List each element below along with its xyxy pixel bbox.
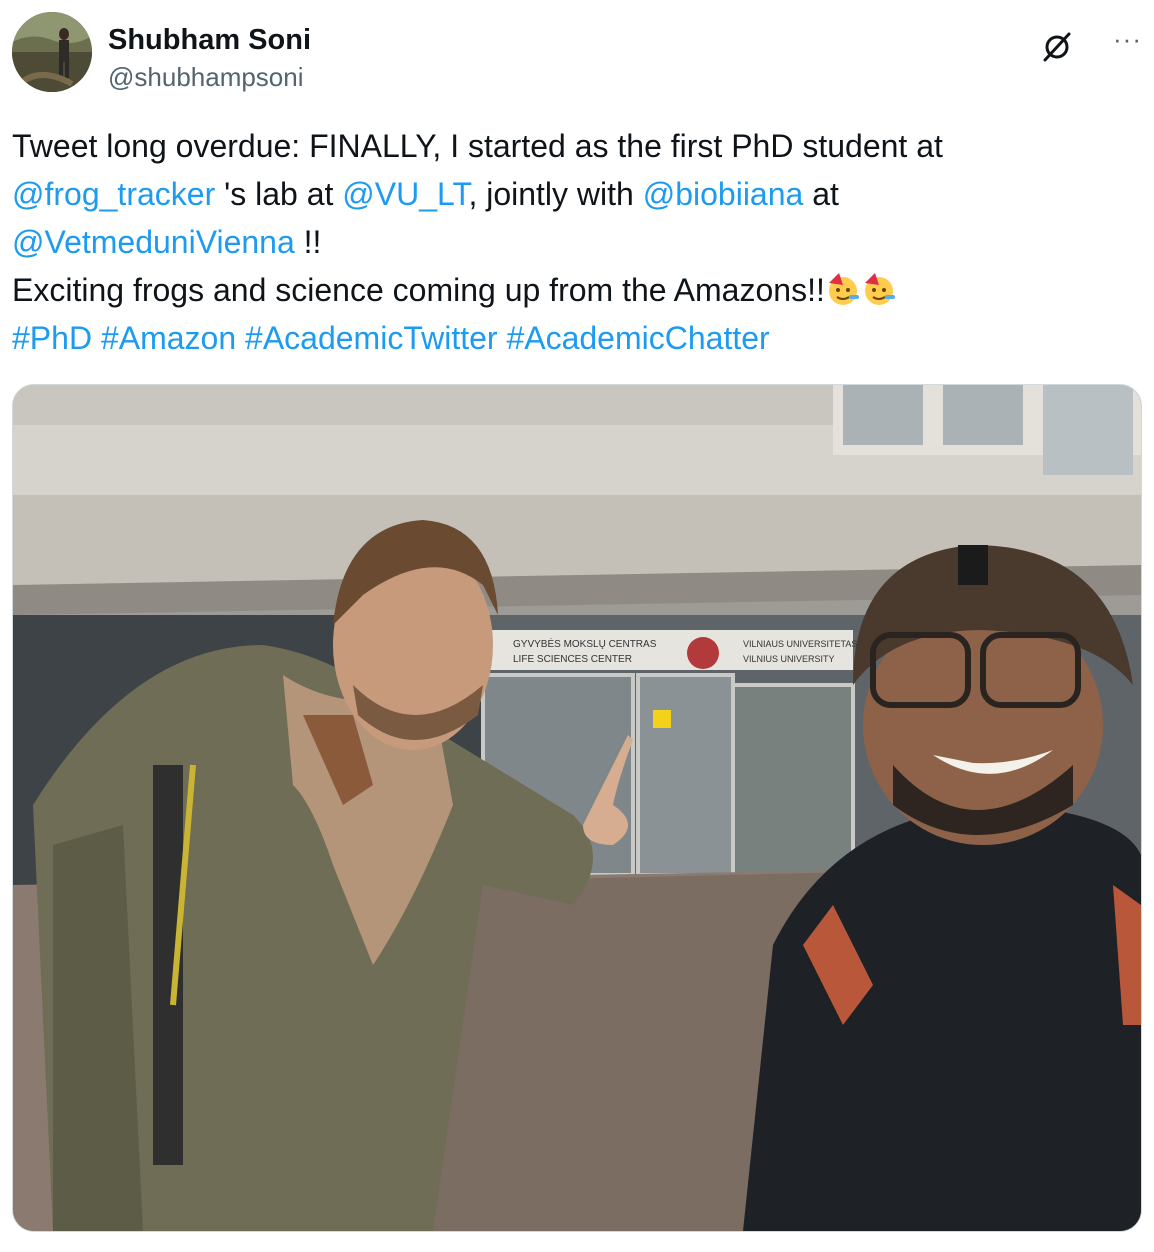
building-sign-text: GYVYBĖS MOKSLŲ CENTRAS [513,637,657,650]
mention-frog-tracker[interactable]: @frog_tracker [12,176,215,212]
selfie-photo-image[interactable]: GYVYBĖS MOKSLŲ CENTRAS LIFE SCIENCES CEN… [13,385,1141,1231]
mention-biobiiana[interactable]: @biobiiana [643,176,804,212]
tweet-text-segment: at [803,176,839,212]
tweet-text-segment: 's lab at [215,176,343,212]
tweet-line-5: #PhD #Amazon #AcademicTwitter #AcademicC… [12,314,1132,362]
tweet-line-2: @frog_tracker 's lab at @VU_LT, jointly … [12,170,1132,218]
author-name[interactable]: Shubham Soni [108,24,311,57]
mention-vu-lt[interactable]: @VU_LT [342,176,468,212]
tweet-text-segment: Exciting frogs and science coming up fro… [12,272,825,308]
tweet-text-segment: Tweet long overdue: FINALLY, I started a… [12,128,943,164]
hashtag-academictwitter[interactable]: #AcademicTwitter [245,320,498,356]
building-sign-text: VILNIAUS UNIVERSITETAS [743,639,857,649]
hashtag-academicchatter[interactable]: #AcademicChatter [506,320,769,356]
hashtag-phd[interactable]: #PhD [12,320,92,356]
author-avatar[interactable] [12,12,92,92]
hashtag-amazon[interactable]: #Amazon [101,320,236,356]
tweet-text-segment: !! [294,224,322,260]
tweet-media[interactable]: GYVYBĖS MOKSLŲ CENTRAS LIFE SCIENCES CEN… [12,384,1142,1232]
partying-face-emoji-icon [828,273,859,305]
building-sign-text: VILNIUS UNIVERSITY [743,654,835,664]
more-options-button[interactable]: ··· [1113,24,1142,55]
building-sign-text: LIFE SCIENCES CENTER [513,654,632,665]
partying-face-emoji-icon [864,273,895,305]
tweet-text: Tweet long overdue: FINALLY, I started a… [12,122,1132,362]
tweet-line-1: Tweet long overdue: FINALLY, I started a… [12,122,1132,170]
grok-icon[interactable] [1042,32,1072,62]
tweet-line-4: Exciting frogs and science coming up fro… [12,266,1132,314]
tweet-line-3: @VetmeduniVienna !! [12,218,1132,266]
tweet-text-segment: , jointly with [468,176,643,212]
author-handle[interactable]: @shubhampsoni [108,62,304,93]
mention-vetmeduni-vienna[interactable]: @VetmeduniVienna [12,224,295,260]
tweet-header: Shubham Soni @shubhampsoni ··· [12,10,1142,94]
